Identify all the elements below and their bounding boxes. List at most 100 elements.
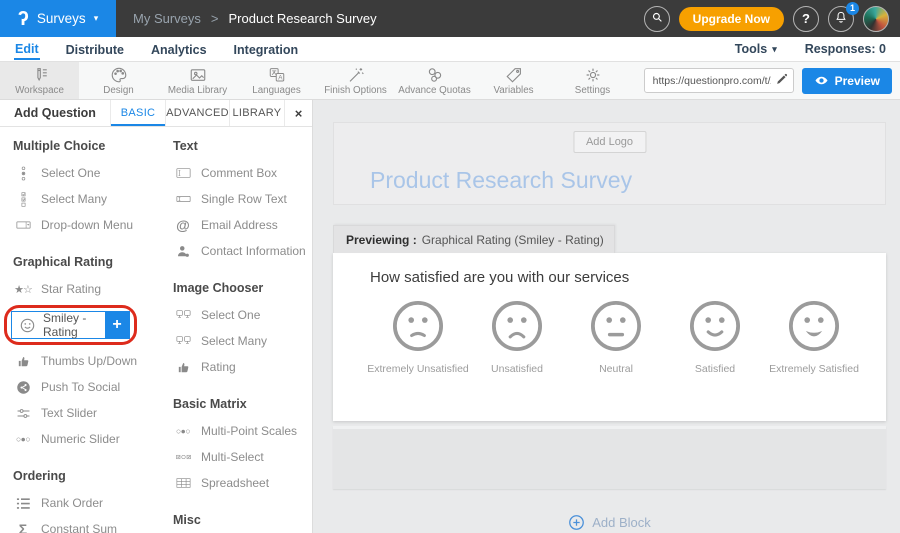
qtype-image-rating[interactable]: Rating xyxy=(173,354,312,380)
toolbar-design[interactable]: Design xyxy=(79,62,158,99)
toolbar-variables[interactable]: Variables xyxy=(474,62,553,99)
toolbar-settings[interactable]: Settings xyxy=(553,62,632,99)
pencil-icon[interactable] xyxy=(775,73,788,91)
empty-block-placeholder[interactable] xyxy=(333,426,886,489)
survey-title[interactable]: Product Research Survey xyxy=(370,167,632,194)
toolbar-label: Finish Options xyxy=(324,85,387,96)
qtype-numeric-slider[interactable]: ○●○Numeric Slider xyxy=(13,426,160,452)
qtype-thumbs-up-down[interactable]: Thumbs Up/Down xyxy=(13,348,160,374)
qtype-spreadsheet[interactable]: Spreadsheet xyxy=(173,470,312,496)
survey-nav: Edit Distribute Analytics Integration To… xyxy=(0,37,900,62)
qtype-label: Single Row Text xyxy=(201,192,287,206)
surveys-menu-label: Surveys xyxy=(37,11,86,26)
grid-icon xyxy=(173,476,193,490)
toolbar-workspace[interactable]: Workspace xyxy=(0,62,79,99)
smiley-face-big-smile-icon xyxy=(785,297,843,355)
survey-canvas: Add Logo Product Research Survey Preview… xyxy=(313,100,900,533)
toolbar-label: Variables xyxy=(493,85,533,96)
qtype-smiley-rating[interactable]: Smiley - Rating + xyxy=(11,311,130,339)
smiley-option-satisfied[interactable]: Satisfied xyxy=(667,297,763,375)
add-smiley-question-button[interactable]: + xyxy=(105,312,129,338)
qtype-image-select-many[interactable]: Select Many xyxy=(173,328,312,354)
toolbar-languages[interactable]: A Languages xyxy=(237,62,316,99)
stars-icon: ★☆ xyxy=(13,283,33,296)
qtype-label: Multi-Point Scales xyxy=(201,424,297,438)
question-mark-icon: ? xyxy=(802,11,810,26)
search-button[interactable] xyxy=(644,6,670,32)
smiley-icon xyxy=(17,318,37,333)
toolbar-media-library[interactable]: Media Library xyxy=(158,62,237,99)
avatar[interactable] xyxy=(863,6,889,32)
builder-toolbar: Workspace Design Media Library A Languag… xyxy=(0,62,900,100)
qtype-text-slider[interactable]: Text Slider xyxy=(13,400,160,426)
qtype-label: Comment Box xyxy=(201,166,277,180)
tab-distribute[interactable]: Distribute xyxy=(65,40,125,59)
help-button[interactable]: ? xyxy=(793,6,819,32)
nav-right: Tools ▾ Responses: 0 xyxy=(735,42,886,56)
breadcrumb-parent[interactable]: My Surveys xyxy=(133,11,201,26)
question-panel-tabs: Add Question BASIC ADVANCED LIBRARY × xyxy=(0,100,312,127)
qtype-image-select-one[interactable]: Select One xyxy=(173,302,312,328)
smiley-label: Neutral xyxy=(599,363,633,375)
smiley-face-neutral-icon xyxy=(587,297,645,355)
qtype-push-to-social[interactable]: Push To Social xyxy=(13,374,160,400)
qtype-contact-information[interactable]: Contact Information xyxy=(173,238,312,264)
qtype-multi-select[interactable]: Multi-Select xyxy=(173,444,312,470)
smiley-option-extremely-unsatisfied[interactable]: Extremely Unsatisfied xyxy=(370,297,466,375)
qtype-constant-sum[interactable]: ΣConstant Sum xyxy=(13,516,160,533)
media-icon xyxy=(189,66,207,84)
smiley-label: Extremely Satisfied xyxy=(769,363,859,375)
qtype-multi-point-scales[interactable]: ○●○Multi-Point Scales xyxy=(173,418,312,444)
links-icon xyxy=(426,66,444,84)
notification-badge: 1 xyxy=(846,2,859,15)
upgrade-now-button[interactable]: Upgrade Now xyxy=(679,7,784,31)
qtype-label: Text Slider xyxy=(41,406,97,420)
qtype-label: Contact Information xyxy=(201,244,306,258)
add-logo-button[interactable]: Add Logo xyxy=(573,131,646,153)
app-logo-menu[interactable]: ʔ Surveys ▾ xyxy=(0,0,116,37)
dots-icon: ○●○ xyxy=(13,434,33,444)
at-icon: @ xyxy=(173,217,193,233)
thumb-icon xyxy=(13,354,33,369)
smiley-option-neutral[interactable]: Neutral xyxy=(568,297,664,375)
toolbar-advance-quotas[interactable]: Advance Quotas xyxy=(395,62,474,99)
qtype-star-rating[interactable]: ★☆Star Rating xyxy=(13,276,160,302)
smiley-label: Extremely Unsatisfied xyxy=(367,363,469,375)
qtype-single-row-text[interactable]: Single Row Text xyxy=(173,186,312,212)
toolbar-finish-options[interactable]: Finish Options xyxy=(316,62,395,99)
smiley-option-extremely-satisfied[interactable]: Extremely Satisfied xyxy=(766,297,862,375)
tools-menu[interactable]: Tools ▾ xyxy=(735,42,777,56)
smiley-face-slight-frown-icon xyxy=(389,297,447,355)
sliders-icon xyxy=(13,406,33,421)
tab-edit[interactable]: Edit xyxy=(14,39,40,60)
previewing-value: Graphical Rating (Smiley - Rating) xyxy=(422,233,604,247)
qtype-dropdown-menu[interactable]: Drop-down Menu xyxy=(13,212,160,238)
tab-library[interactable]: LIBRARY xyxy=(230,100,285,126)
svg-text:A: A xyxy=(278,74,283,81)
add-block-button[interactable]: Add Block xyxy=(333,514,886,531)
preview-button[interactable]: Preview xyxy=(802,68,892,94)
tab-analytics[interactable]: Analytics xyxy=(150,40,208,59)
qtype-email-address[interactable]: @Email Address xyxy=(173,212,312,238)
add-question-panel: Add Question BASIC ADVANCED LIBRARY × Mu… xyxy=(0,100,313,533)
tab-advanced[interactable]: ADVANCED xyxy=(166,100,230,126)
smiley-face-frown-icon xyxy=(488,297,546,355)
question-types-column-2: Text Comment Box Single Row Text @Email … xyxy=(160,127,312,533)
smiley-option-unsatisfied[interactable]: Unsatisfied xyxy=(469,297,565,375)
qtype-rank-order[interactable]: Rank Order xyxy=(13,490,160,516)
multiselect-icon xyxy=(173,450,193,464)
qtype-select-one[interactable]: Select One xyxy=(13,160,160,186)
smiley-options: Extremely Unsatisfied Unsatisfied Neutra… xyxy=(370,297,862,375)
tab-basic[interactable]: BASIC xyxy=(111,100,166,126)
translate-icon: A xyxy=(268,66,286,84)
previewing-tab: Previewing : Graphical Rating (Smiley - … xyxy=(333,225,615,253)
survey-url-input[interactable] xyxy=(644,68,794,93)
qtype-label: Push To Social xyxy=(41,380,120,394)
close-icon: × xyxy=(295,106,303,121)
thumb-icon xyxy=(173,360,193,375)
qtype-select-many[interactable]: Select Many xyxy=(13,186,160,212)
qtype-label: Rating xyxy=(201,360,236,374)
qtype-comment-box[interactable]: Comment Box xyxy=(173,160,312,186)
close-panel-button[interactable]: × xyxy=(285,100,312,126)
tab-integration[interactable]: Integration xyxy=(233,40,300,59)
